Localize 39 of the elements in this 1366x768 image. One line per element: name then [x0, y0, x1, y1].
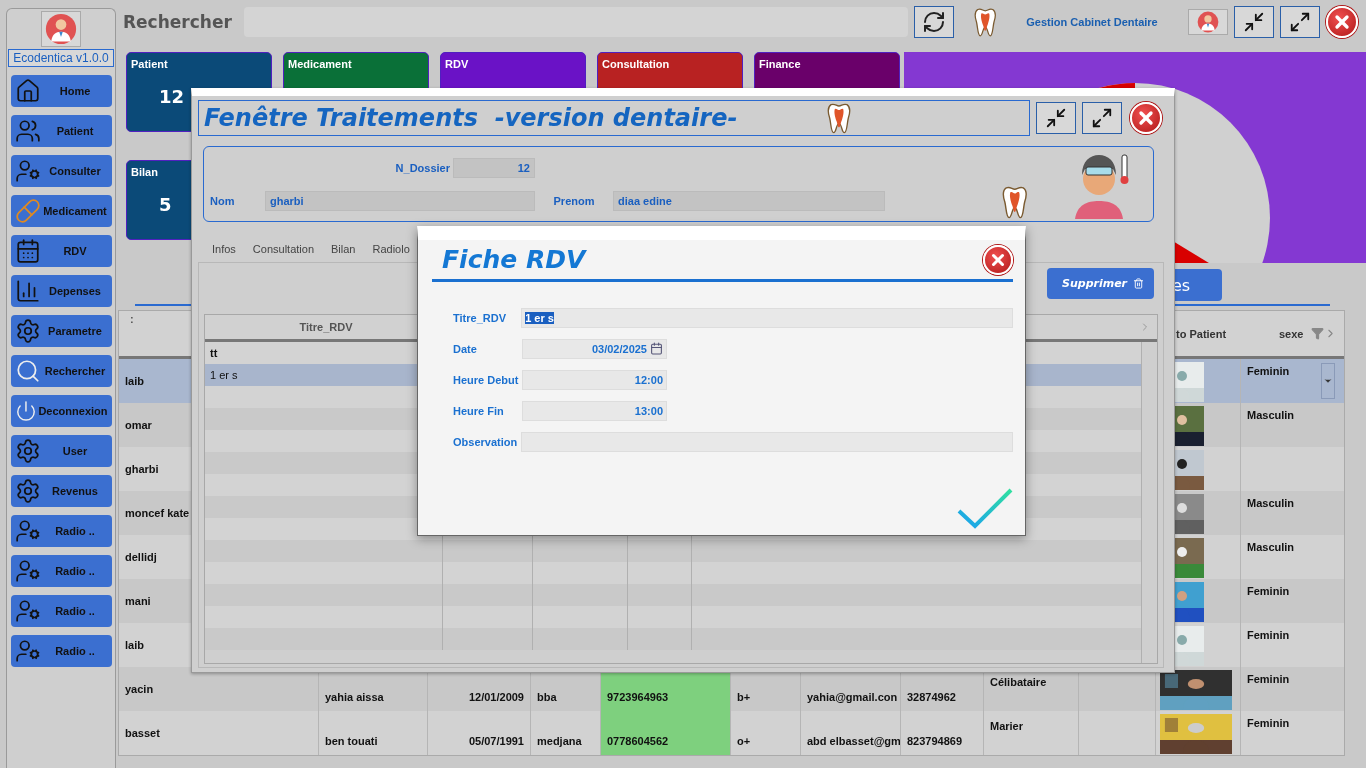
tile-label: RDV	[445, 58, 469, 70]
dialog-title: Fiche RDV	[442, 245, 586, 274]
tile-label: Finance	[759, 58, 801, 70]
table-cell: basset	[119, 711, 319, 755]
table-cell: Feminin	[1241, 359, 1341, 403]
table-cell-text: Masculin	[1246, 408, 1296, 423]
field-label: Observation	[453, 435, 519, 448]
field-label: Heure Fin	[453, 404, 505, 417]
table-cell: 05/07/1991	[428, 711, 531, 755]
field-label: Prenom	[553, 194, 595, 207]
table-cell: o+	[731, 711, 801, 755]
app-title: Gestion Cabinet Dentaire	[1026, 16, 1159, 28]
table-cell-text: Feminin	[1246, 584, 1291, 599]
field-label: Nom	[210, 194, 236, 207]
tile-value: 12	[159, 86, 185, 107]
tile-label: Medicament	[288, 58, 352, 70]
table-cell-text: Feminin	[1246, 672, 1291, 687]
field-label: Date	[453, 342, 478, 355]
tile-label: Consultation	[602, 58, 670, 70]
field-label: Titre_RDV	[453, 311, 507, 324]
table-cell: Marier	[984, 711, 1079, 755]
tile-label: Bilan	[131, 166, 158, 178]
table-cell-text: Masculin	[1246, 540, 1296, 555]
search-label: Rechercher	[123, 12, 232, 32]
table-cell: abd elbasset@gm	[801, 711, 901, 755]
table-cell-text: 1 er s	[209, 368, 239, 383]
table-cell: ben touati	[319, 711, 428, 755]
field-label: N_Dossier	[395, 161, 450, 174]
table-cell-text: Masculin	[1246, 496, 1296, 511]
tile-value: 5	[159, 194, 172, 215]
table-cell: 823794869	[901, 711, 984, 755]
table-cell-text: Feminin	[1246, 628, 1291, 643]
app-name: Ecodentica v1.0.0	[8, 49, 114, 67]
window-title: Fenêtre Traitements -version dentaire-	[204, 104, 738, 132]
field-label: Heure Debut	[453, 373, 520, 386]
table-cell-text: Feminin	[1246, 716, 1291, 731]
table-cell: 0778604562	[601, 711, 731, 755]
tile-label: Patient	[131, 58, 168, 70]
table-cell-text: tt	[209, 346, 219, 361]
